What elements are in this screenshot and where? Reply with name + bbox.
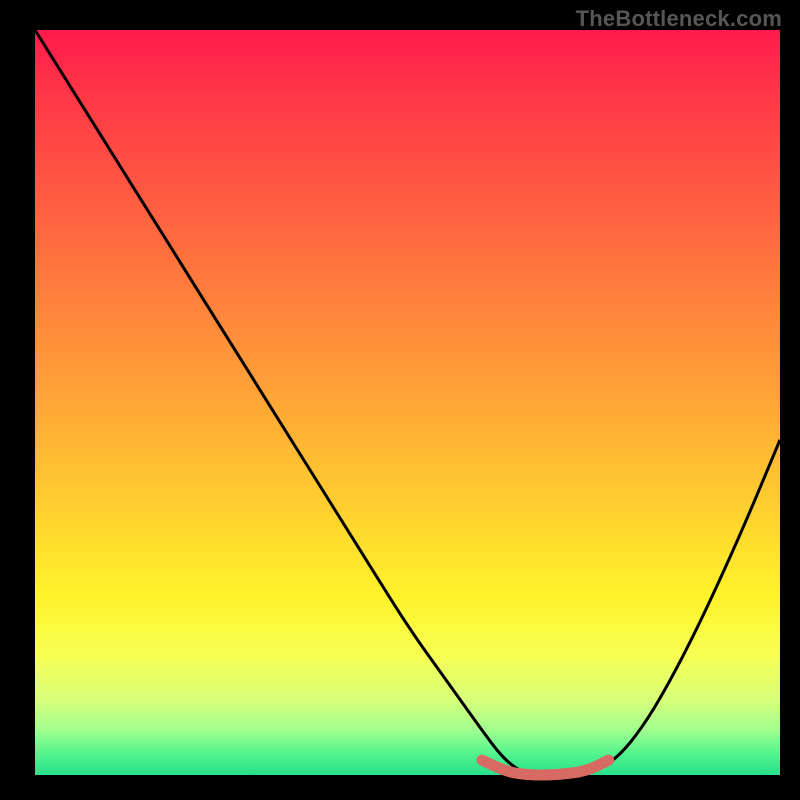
- bottleneck-curve: [35, 30, 780, 775]
- watermark-text: TheBottleneck.com: [576, 6, 782, 32]
- chart-frame: TheBottleneck.com: [0, 0, 800, 800]
- curve-path: [35, 30, 780, 775]
- highlight-path: [482, 760, 609, 775]
- plot-area: [35, 30, 780, 775]
